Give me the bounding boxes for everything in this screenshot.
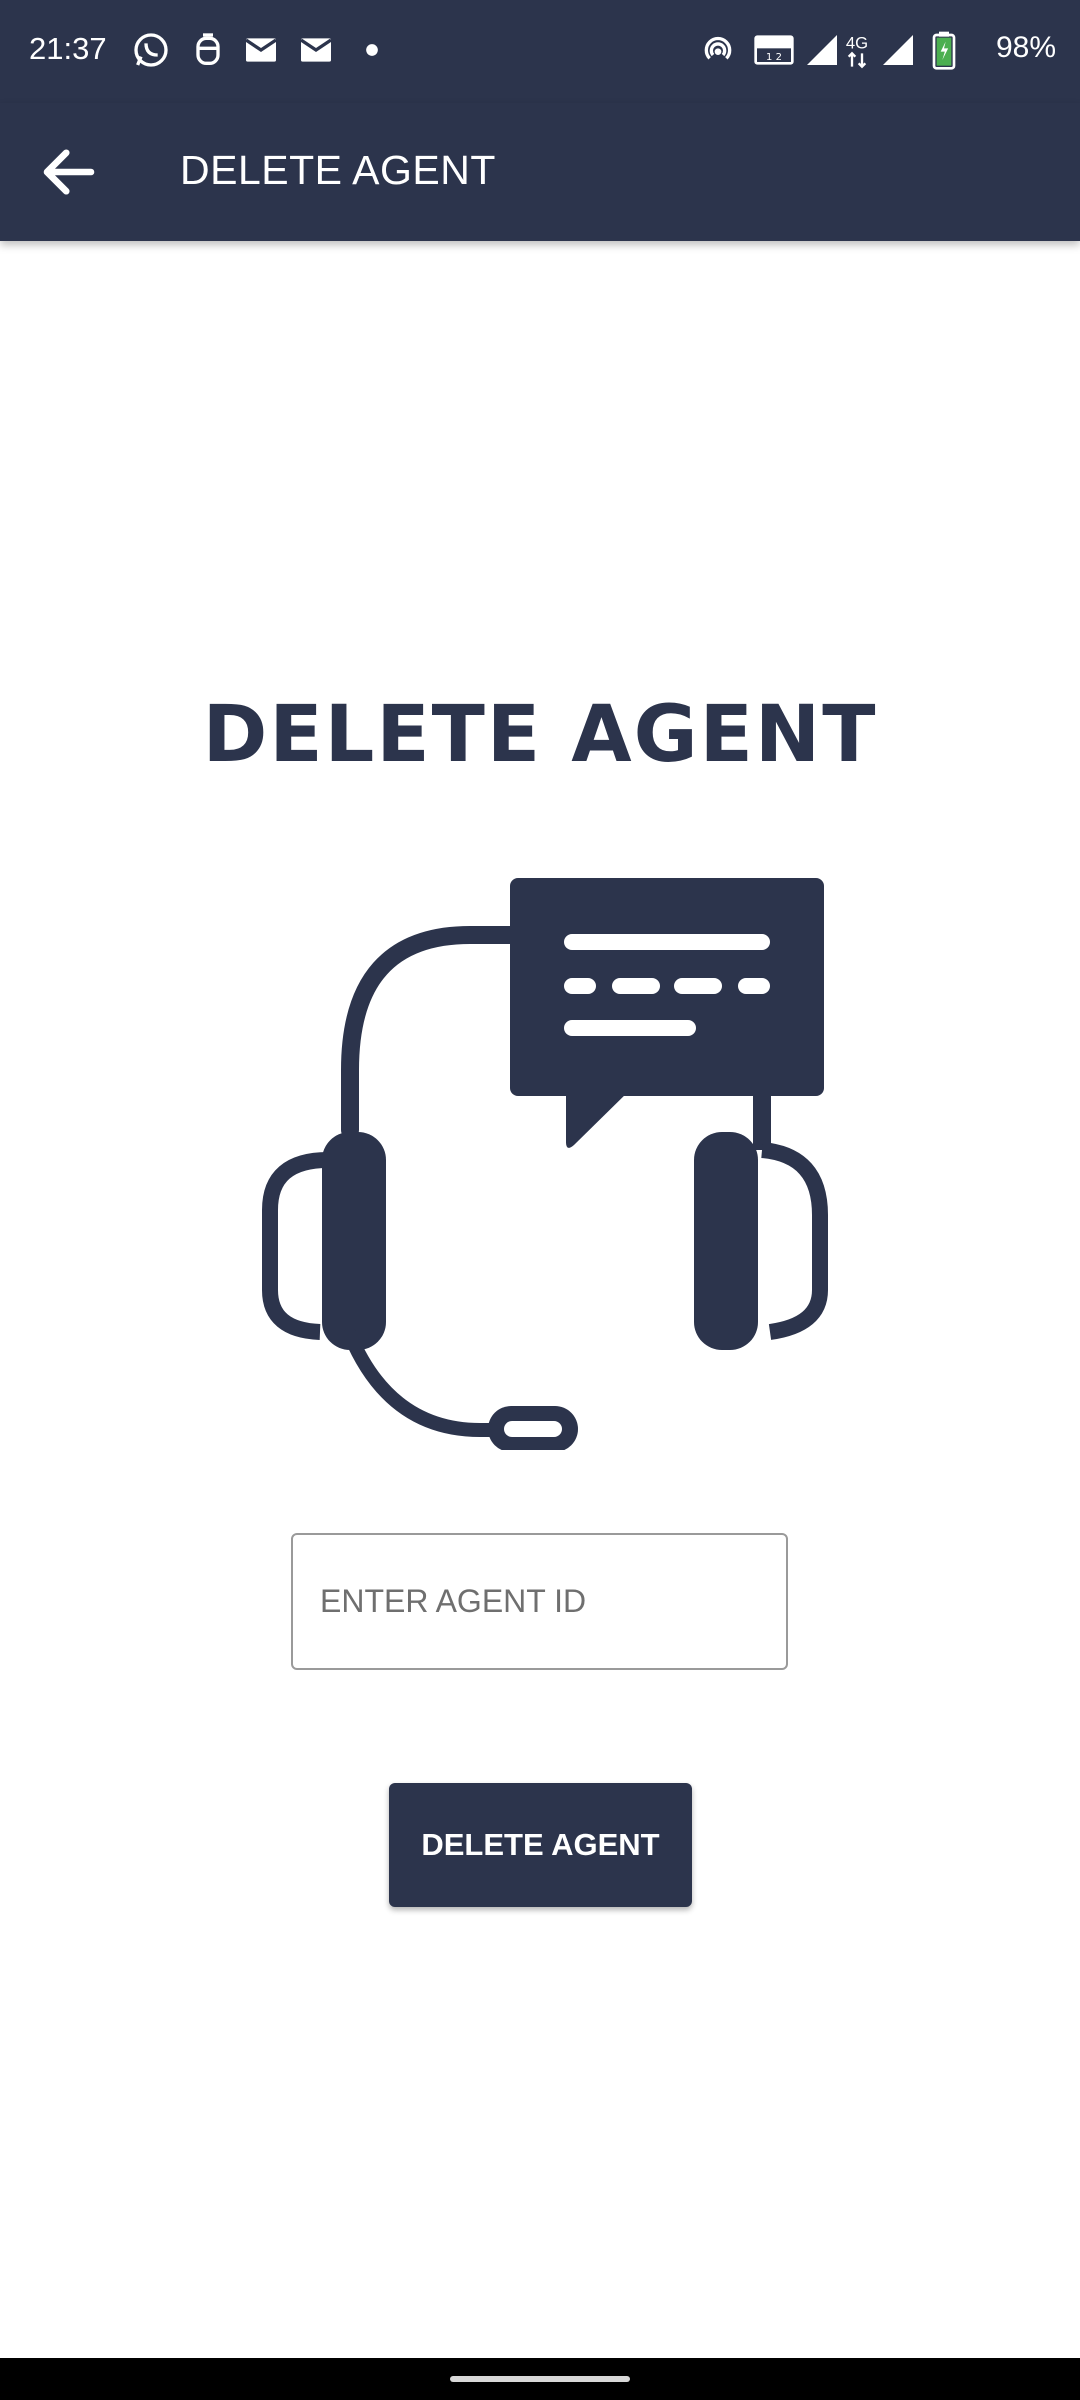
battery-icon [932,31,956,70]
app-bar-title: DELETE AGENT [180,147,496,193]
app-icon [196,33,220,65]
back-button[interactable] [36,139,102,205]
network-label: 4G [846,33,868,52]
svg-text:1 2: 1 2 [766,52,782,63]
delete-agent-button[interactable]: DELETE AGENT [389,1783,692,1907]
mail-icon [300,38,332,62]
status-time: 21:37 [29,31,107,66]
agent-id-input[interactable] [291,1533,788,1670]
app-bar: DELETE AGENT [0,103,1080,241]
navigation-bar [0,2358,1080,2400]
hotspot-icon [704,36,732,60]
headset-chat-icon [262,878,828,1450]
page-heading: DELETE AGENT [202,690,878,780]
arrow-back-icon [43,149,95,195]
volte-icon: 1 2 [754,35,794,65]
dot-icon [366,44,378,56]
screen: 21:37 1 2 4G 98% DELETE AGENT DELETE AGE… [0,0,1080,2400]
status-bar: 21:37 1 2 4G 98% [0,0,1080,103]
signal-icon [883,35,913,65]
network-type-icon: 4G [846,33,868,69]
battery-percent: 98% [995,31,1056,64]
gesture-handle[interactable] [450,2376,630,2382]
signal-icon [807,35,837,65]
whatsapp-icon [134,33,168,67]
mail-icon [245,38,277,62]
